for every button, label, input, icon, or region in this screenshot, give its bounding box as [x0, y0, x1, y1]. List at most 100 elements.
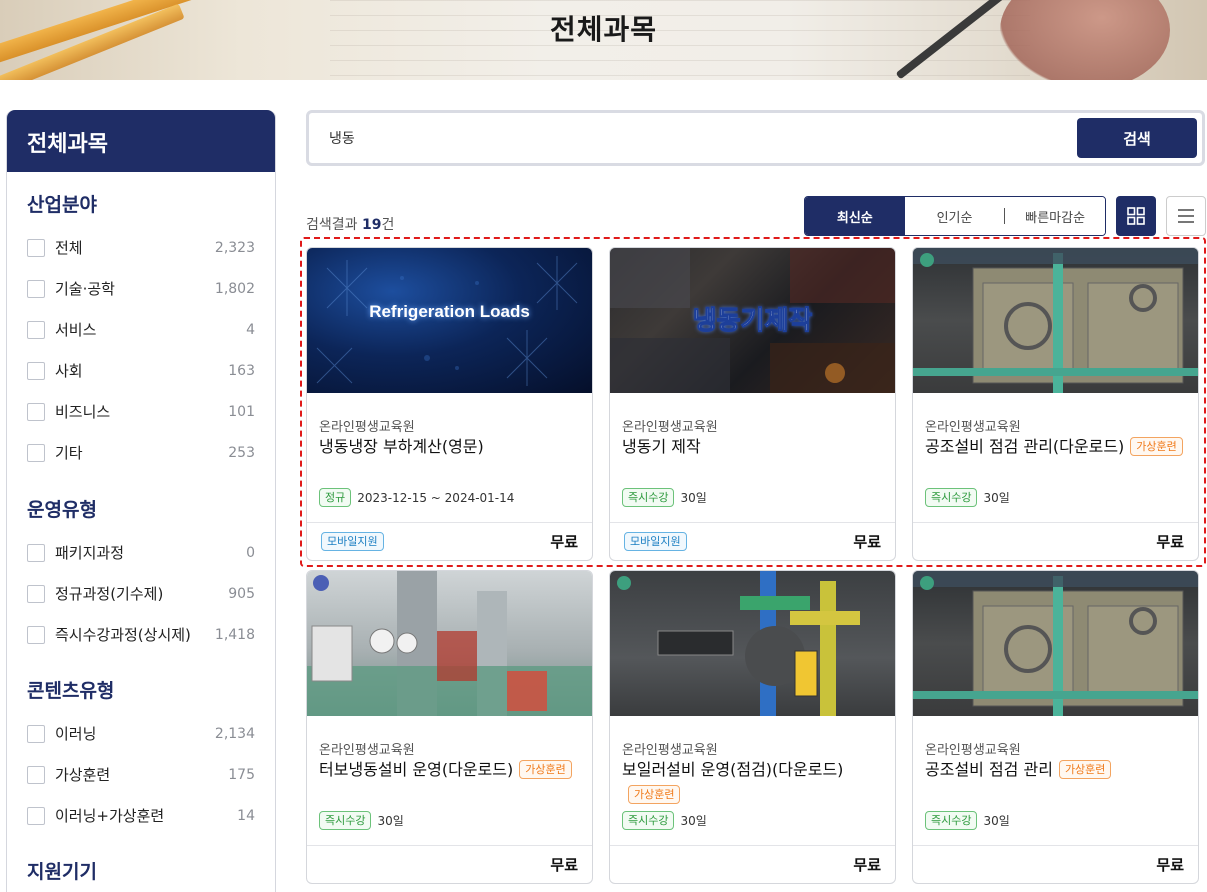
course-card[interactable]: 냉동기제작 온라인평생교육원 냉동기 제작 즉시수강 30일 모바일지원 무료 — [609, 247, 896, 561]
course-title-text: 냉동냉장 부하계산(영문) — [319, 437, 484, 456]
filter-label: 서비스 — [55, 321, 97, 339]
course-meta: 정규 2023-12-15 ~ 2024-01-14 — [319, 488, 514, 507]
filter-label: 비즈니스 — [55, 403, 111, 421]
filter-option[interactable]: 기타 253 — [7, 432, 275, 473]
filter-count: 905 — [228, 585, 255, 602]
card-footer: 모바일지원 무료 — [307, 522, 592, 560]
sort-latest[interactable]: 최신순 — [805, 197, 905, 235]
sort-popular[interactable]: 인기순 — [904, 197, 1005, 235]
checkbox[interactable] — [27, 584, 45, 603]
checkbox[interactable] — [27, 238, 45, 257]
course-type-badge: 즉시수강 — [319, 811, 372, 830]
filter-option[interactable]: 패키지과정 0 — [7, 532, 275, 573]
checkbox[interactable] — [27, 402, 45, 421]
checkbox[interactable] — [27, 543, 45, 562]
course-thumbnail — [913, 248, 1198, 393]
course-period: 30일 — [983, 491, 1010, 505]
course-meta: 즉시수강 30일 — [925, 811, 1010, 830]
course-type-badge: 즉시수강 — [622, 488, 675, 507]
course-title: 냉동기 제작 — [622, 436, 885, 458]
filter-option[interactable]: 사회 163 — [7, 350, 275, 391]
grid-view-button[interactable] — [1116, 196, 1156, 236]
card-footer: 무료 — [307, 845, 592, 883]
checkbox[interactable] — [27, 806, 45, 825]
hvac-unit-scene — [913, 248, 1198, 393]
result-count: 검색결과 19건 — [306, 214, 394, 234]
filter-count: 175 — [228, 766, 255, 783]
sort-deadline[interactable]: 빠른마감순 — [1005, 197, 1105, 235]
course-title: 공조설비 점검 관리(다운로드) 가상훈련 — [925, 436, 1188, 458]
course-thumbnail — [307, 571, 592, 716]
checkbox[interactable] — [27, 320, 45, 339]
filter-label: 기타 — [55, 444, 83, 462]
checkbox[interactable] — [27, 625, 45, 644]
course-type-badge: 즉시수강 — [925, 811, 978, 830]
search-input[interactable] — [329, 125, 1049, 151]
course-period: 30일 — [983, 814, 1010, 828]
filter-label: 가상훈련 — [55, 766, 111, 784]
filter-count: 14 — [237, 807, 255, 824]
filter-count: 163 — [228, 362, 255, 379]
filter-option[interactable]: 이러닝 2,134 — [7, 713, 275, 754]
result-count-number: 19 — [361, 217, 382, 233]
filter-option[interactable]: 비즈니스 101 — [7, 391, 275, 432]
filter-option[interactable]: 정규과정(기수제) 905 — [7, 573, 275, 614]
filter-group-title: 산업분야 — [27, 194, 97, 216]
filter-count: 2,323 — [214, 239, 255, 256]
course-period: 30일 — [377, 814, 404, 828]
page-title: 전체과목 — [549, 13, 658, 46]
course-provider: 온라인평생교육원 — [925, 743, 1021, 758]
course-period: 30일 — [680, 814, 707, 828]
search-button[interactable]: 검색 — [1077, 118, 1197, 158]
thumbnail-title: 냉동기제작 — [692, 306, 813, 337]
filter-label: 사회 — [55, 362, 83, 380]
checkbox[interactable] — [27, 361, 45, 380]
filter-option[interactable]: 서비스 4 — [7, 309, 275, 350]
result-count-prefix: 검색결과 — [306, 217, 362, 233]
course-title-text: 터보냉동설비 운영(다운로드) — [319, 760, 514, 779]
course-price: 무료 — [853, 856, 881, 874]
filter-label: 기술·공학 — [55, 280, 115, 298]
course-title-text: 냉동기 제작 — [622, 437, 701, 456]
course-card[interactable]: 온라인평생교육원 공조설비 점검 관리 가상훈련 즉시수강 30일 무료 — [912, 570, 1199, 884]
filter-count: 1,802 — [214, 280, 255, 297]
card-footer: 무료 — [610, 845, 895, 883]
filter-label: 이러닝 — [55, 725, 97, 743]
filter-option[interactable]: 가상훈련 175 — [7, 754, 275, 795]
course-card[interactable]: 온라인평생교육원 공조설비 점검 관리(다운로드) 가상훈련 즉시수강 30일 무… — [912, 247, 1199, 561]
course-price: 무료 — [550, 856, 578, 874]
course-card[interactable]: 온라인평생교육원 보일러설비 운영(점검)(다운로드) 가상훈련 즉시수강 30일… — [609, 570, 896, 884]
course-period: 2023-12-15 ~ 2024-01-14 — [357, 490, 515, 505]
course-title-text: 보일러설비 운영(점검)(다운로드) — [622, 760, 844, 779]
checkbox[interactable] — [27, 279, 45, 298]
filter-option[interactable]: 즉시수강과정(상시제) 1,418 — [7, 614, 275, 655]
course-title: 공조설비 점검 관리 가상훈련 — [925, 759, 1188, 781]
filter-count: 1,418 — [214, 626, 255, 643]
filter-count: 101 — [228, 403, 255, 420]
course-card[interactable]: 온라인평생교육원 터보냉동설비 운영(다운로드) 가상훈련 즉시수강 30일 무료 — [306, 570, 593, 884]
grid-icon — [1127, 207, 1145, 225]
course-period: 30일 — [680, 491, 707, 505]
checkbox[interactable] — [27, 724, 45, 743]
course-provider: 온라인평생교육원 — [622, 743, 718, 758]
course-thumbnail — [610, 571, 895, 716]
card-footer: 무료 — [913, 522, 1198, 560]
filter-option[interactable]: 기술·공학 1,802 — [7, 268, 275, 309]
course-provider: 온라인평생교육원 — [622, 420, 718, 435]
filter-count: 2,134 — [214, 725, 255, 742]
turbo-chiller-scene — [307, 571, 592, 716]
hvac-unit-scene — [913, 571, 1198, 716]
virtual-training-badge: 가상훈련 — [1130, 437, 1183, 456]
course-thumbnail — [913, 571, 1198, 716]
course-price: 무료 — [550, 533, 578, 551]
checkbox[interactable] — [27, 765, 45, 784]
filter-option[interactable]: 이러닝+가상훈련 14 — [7, 795, 275, 836]
filter-option[interactable]: 전체 2,323 — [7, 227, 275, 268]
filter-label: 이러닝+가상훈련 — [55, 807, 165, 825]
sort-options: 최신순 인기순 빠른마감순 — [804, 196, 1106, 236]
checkbox[interactable] — [27, 443, 45, 462]
course-meta: 즉시수강 30일 — [622, 811, 707, 830]
course-card[interactable]: Refrigeration Loads 온라인평생교육원 냉동냉장 부하계산(영… — [306, 247, 593, 561]
course-title: 냉동냉장 부하계산(영문) — [319, 436, 582, 458]
list-view-button[interactable] — [1166, 196, 1206, 236]
